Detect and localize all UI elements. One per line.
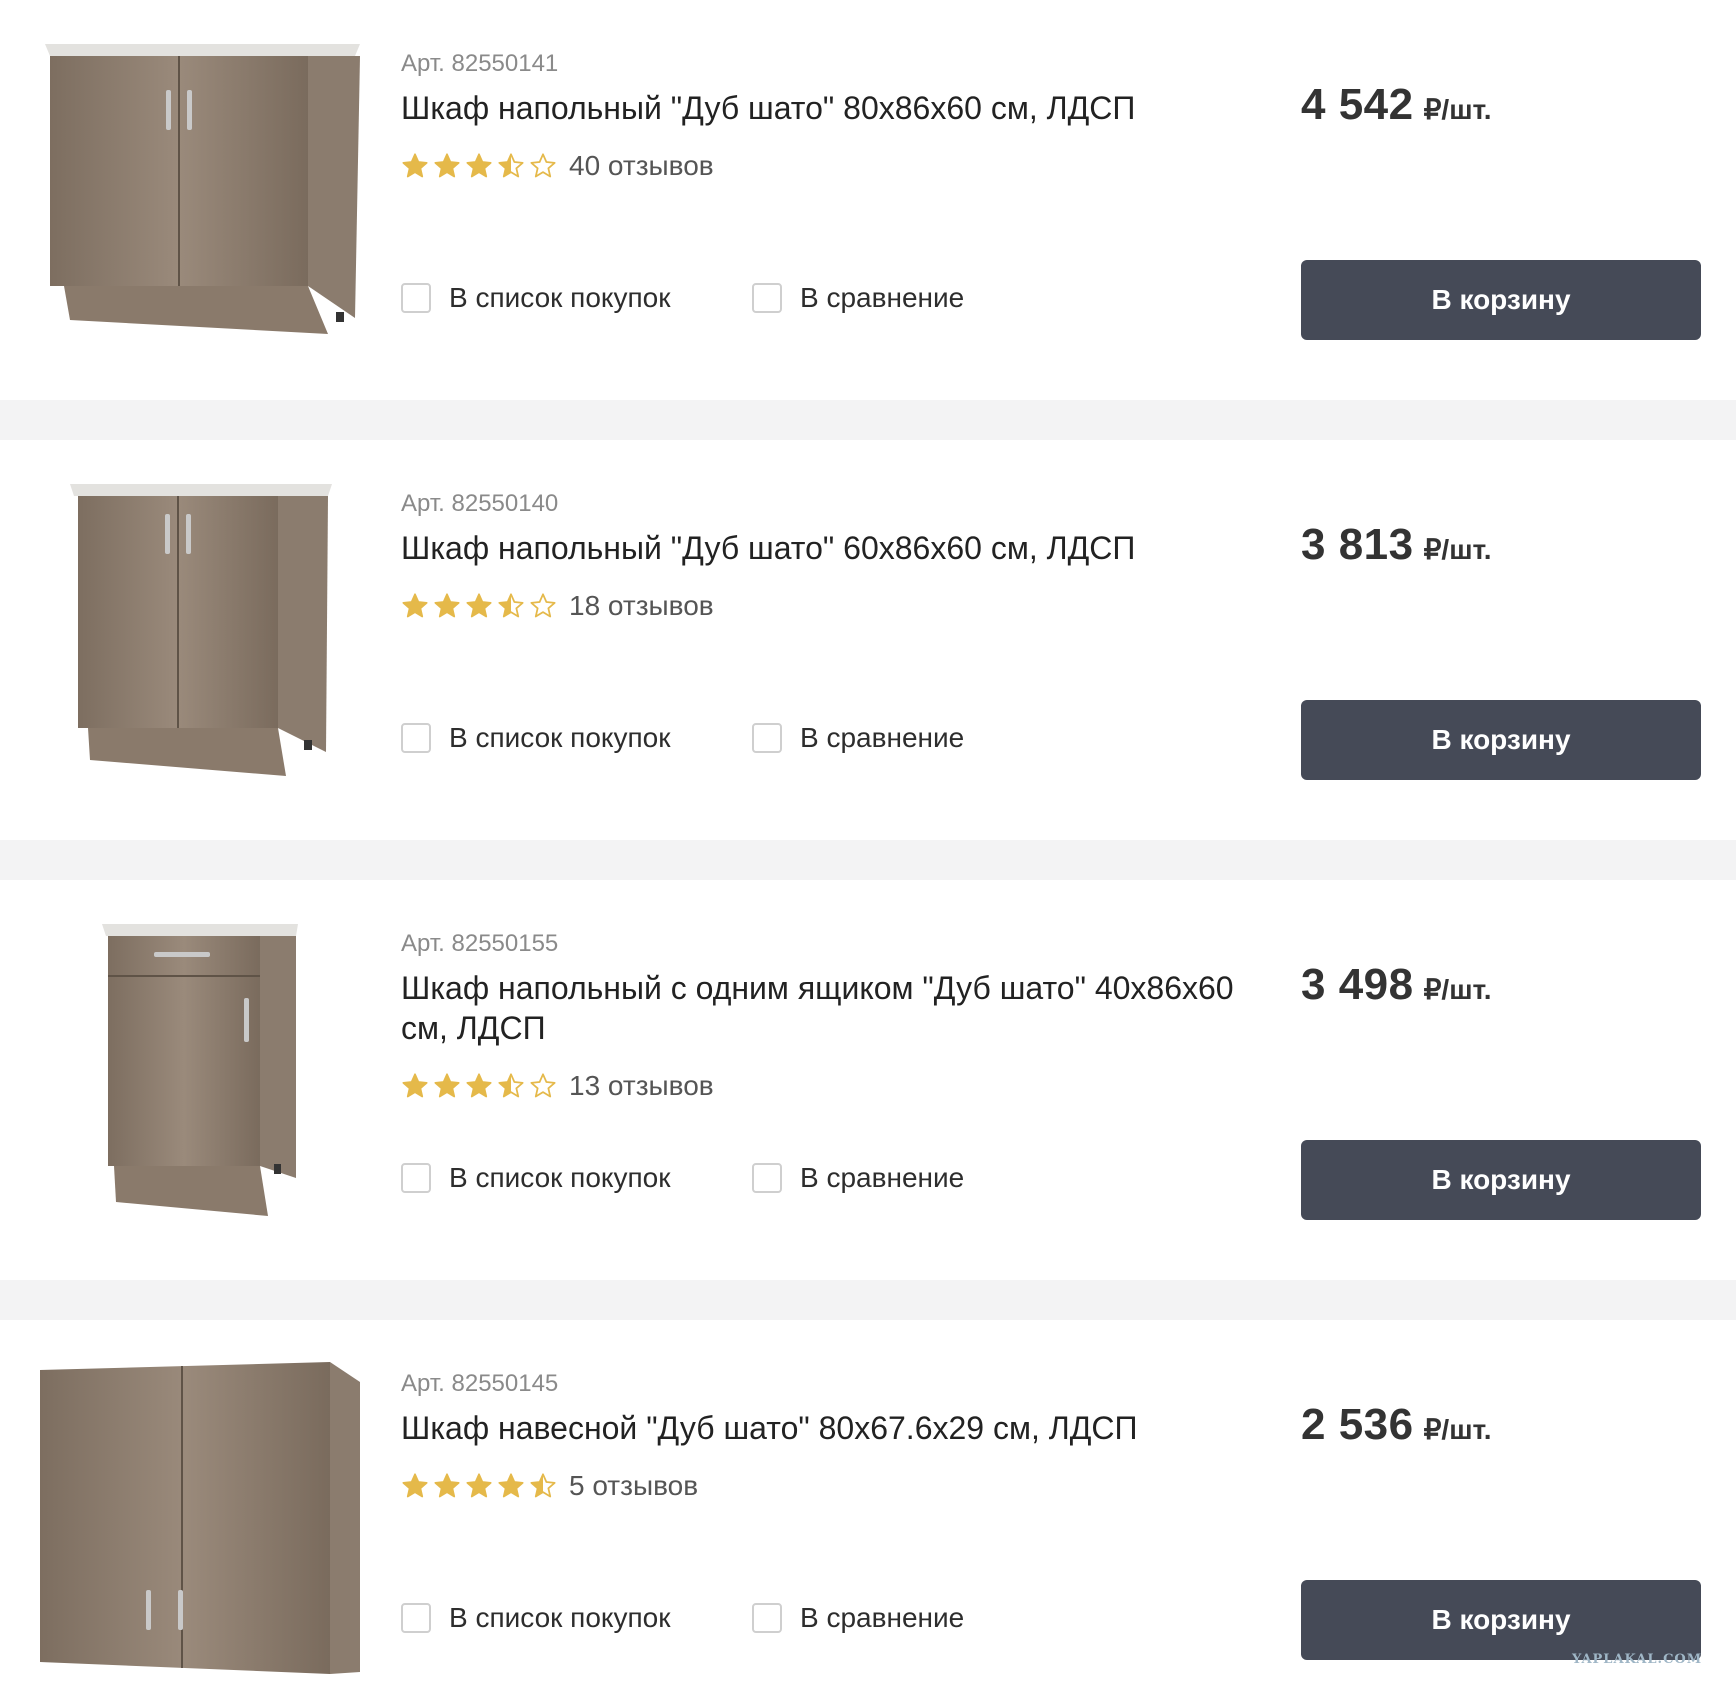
star-half-icon xyxy=(498,153,524,178)
product-title[interactable]: Шкаф напольный "Дуб шато" 60x86x60 см, Л… xyxy=(401,528,1261,568)
star-filled-icon xyxy=(434,1073,460,1098)
price-unit: ₽/шт. xyxy=(1423,94,1492,125)
star-filled-icon xyxy=(466,1473,492,1498)
star-filled-icon xyxy=(466,1073,492,1098)
rating-stars xyxy=(401,592,557,620)
star-half-icon xyxy=(498,593,524,618)
floor-cabinet-drawer-icon xyxy=(102,924,298,1216)
compare-label[interactable]: В сравнение xyxy=(800,1602,964,1634)
price-unit: ₽/шт. xyxy=(1423,974,1492,1005)
product-rating: 40 отзывов xyxy=(401,150,714,182)
floor-cabinet-icon xyxy=(70,484,332,776)
reviews-link[interactable]: 13 отзывов xyxy=(569,1070,714,1102)
product-card: Арт. 82550155 Шкаф напольный с одним ящи… xyxy=(0,880,1736,1280)
product-rating: 5 отзывов xyxy=(401,1470,698,1502)
shopping-list-checkbox[interactable] xyxy=(401,723,431,753)
price-value: 3 498 xyxy=(1301,960,1414,1009)
compare-checkbox[interactable] xyxy=(752,723,782,753)
product-image[interactable] xyxy=(30,1350,370,1690)
add-to-cart-button[interactable]: В корзину xyxy=(1301,260,1701,340)
watermark: YAPLAKAL.COM xyxy=(1572,1652,1703,1667)
product-price: 3 813 ₽/шт. xyxy=(1301,520,1492,570)
compare-option[interactable]: В сравнение xyxy=(752,722,964,754)
compare-option[interactable]: В сравнение xyxy=(752,1602,964,1634)
product-sku: Арт. 82550145 xyxy=(401,1370,559,1397)
star-filled-icon xyxy=(434,1473,460,1498)
shopping-list-label[interactable]: В список покупок xyxy=(449,1162,670,1194)
rating-stars xyxy=(401,1472,557,1500)
star-half-icon xyxy=(530,1473,556,1498)
star-filled-icon xyxy=(402,1473,428,1498)
shopping-list-label[interactable]: В список покупок xyxy=(449,1602,670,1634)
star-filled-icon xyxy=(402,593,428,618)
rating-stars xyxy=(401,152,557,180)
star-empty-icon xyxy=(530,593,556,618)
wall-cabinet-icon xyxy=(40,1362,360,1674)
reviews-link[interactable]: 18 отзывов xyxy=(569,590,714,622)
compare-label[interactable]: В сравнение xyxy=(800,722,964,754)
add-to-cart-button[interactable]: В корзину xyxy=(1301,1580,1701,1660)
star-empty-icon xyxy=(530,153,556,178)
product-rating: 18 отзывов xyxy=(401,590,714,622)
product-sku: Арт. 82550155 xyxy=(401,930,559,957)
price-unit: ₽/шт. xyxy=(1423,1414,1492,1445)
rating-stars xyxy=(401,1072,557,1100)
compare-option[interactable]: В сравнение xyxy=(752,1162,964,1194)
product-price: 4 542 ₽/шт. xyxy=(1301,80,1492,130)
product-card: Арт. 82550141 Шкаф напольный "Дуб шато" … xyxy=(0,0,1736,400)
product-image[interactable] xyxy=(30,470,370,810)
shopping-list-label[interactable]: В список покупок xyxy=(449,282,670,314)
product-rating: 13 отзывов xyxy=(401,1070,714,1102)
product-price: 3 498 ₽/шт. xyxy=(1301,960,1492,1010)
shopping-list-option[interactable]: В список покупок xyxy=(401,722,670,754)
compare-checkbox[interactable] xyxy=(752,1603,782,1633)
price-value: 2 536 xyxy=(1301,1400,1414,1449)
reviews-link[interactable]: 40 отзывов xyxy=(569,150,714,182)
product-sku: Арт. 82550141 xyxy=(401,50,559,77)
add-to-cart-button[interactable]: В корзину xyxy=(1301,700,1701,780)
compare-checkbox[interactable] xyxy=(752,283,782,313)
shopping-list-label[interactable]: В список покупок xyxy=(449,722,670,754)
star-filled-icon xyxy=(434,153,460,178)
price-value: 3 813 xyxy=(1301,520,1414,569)
compare-label[interactable]: В сравнение xyxy=(800,282,964,314)
star-filled-icon xyxy=(498,1473,524,1498)
shopping-list-checkbox[interactable] xyxy=(401,1163,431,1193)
reviews-link[interactable]: 5 отзывов xyxy=(569,1470,698,1502)
star-filled-icon xyxy=(466,593,492,618)
product-image[interactable] xyxy=(30,30,370,370)
product-title[interactable]: Шкаф напольный с одним ящиком "Дуб шато"… xyxy=(401,968,1261,1048)
star-filled-icon xyxy=(402,153,428,178)
star-empty-icon xyxy=(530,1073,556,1098)
product-price: 2 536 ₽/шт. xyxy=(1301,1400,1492,1450)
shopping-list-option[interactable]: В список покупок xyxy=(401,1162,670,1194)
floor-cabinet-icon xyxy=(45,44,360,334)
product-title[interactable]: Шкаф напольный "Дуб шато" 80x86x60 см, Л… xyxy=(401,88,1261,128)
price-unit: ₽/шт. xyxy=(1423,534,1492,565)
star-half-icon xyxy=(498,1073,524,1098)
product-card: Арт. 82550145 Шкаф навесной "Дуб шато" 8… xyxy=(0,1320,1736,1694)
add-to-cart-button[interactable]: В корзину xyxy=(1301,1140,1701,1220)
compare-option[interactable]: В сравнение xyxy=(752,282,964,314)
shopping-list-option[interactable]: В список покупок xyxy=(401,1602,670,1634)
product-title[interactable]: Шкаф навесной "Дуб шато" 80x67.6x29 см, … xyxy=(401,1408,1261,1448)
star-filled-icon xyxy=(434,593,460,618)
price-value: 4 542 xyxy=(1301,80,1414,129)
shopping-list-checkbox[interactable] xyxy=(401,1603,431,1633)
shopping-list-option[interactable]: В список покупок xyxy=(401,282,670,314)
star-filled-icon xyxy=(402,1073,428,1098)
star-filled-icon xyxy=(466,153,492,178)
product-card: Арт. 82550140 Шкаф напольный "Дуб шато" … xyxy=(0,440,1736,840)
compare-checkbox[interactable] xyxy=(752,1163,782,1193)
product-sku: Арт. 82550140 xyxy=(401,490,559,517)
product-image[interactable] xyxy=(30,910,370,1250)
compare-label[interactable]: В сравнение xyxy=(800,1162,964,1194)
shopping-list-checkbox[interactable] xyxy=(401,283,431,313)
